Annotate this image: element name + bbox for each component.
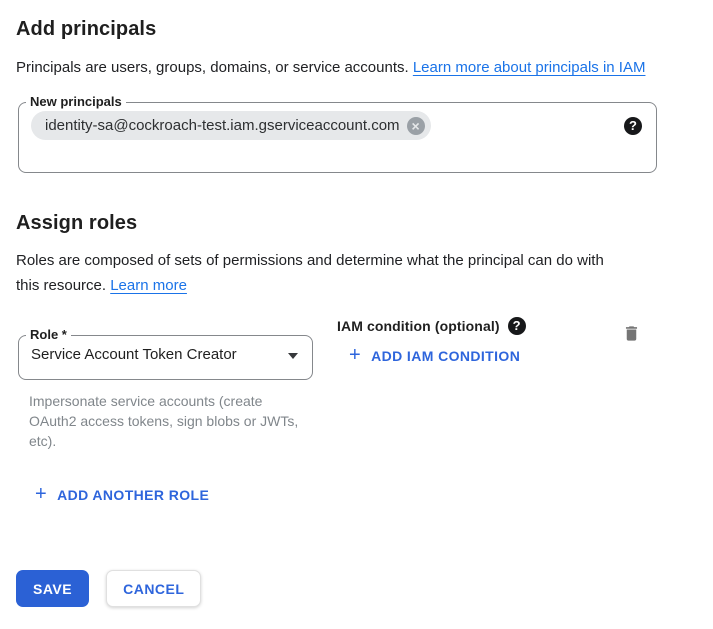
learn-more-roles-link[interactable]: Learn more: [110, 277, 187, 294]
learn-more-principals-link[interactable]: Learn more about principals in IAM: [413, 59, 646, 76]
remove-chip-icon[interactable]: ×: [407, 117, 425, 135]
add-iam-condition-label: ADD IAM CONDITION: [371, 348, 520, 364]
principal-chip-value: identity-sa@cockroach-test.iam.gservicea…: [45, 117, 400, 134]
add-another-role-button[interactable]: + ADD ANOTHER ROLE: [35, 487, 209, 503]
role-row: Role * Service Account Token Creator Imp…: [16, 313, 697, 451]
page-title: Add principals: [16, 16, 697, 42]
cancel-button[interactable]: CANCEL: [106, 570, 201, 607]
role-label: Role *: [26, 328, 71, 342]
delete-role-button[interactable]: [620, 321, 643, 346]
new-principals-label: New principals: [26, 95, 126, 109]
iam-condition-section: IAM condition (optional) ? + ADD IAM CON…: [337, 313, 526, 366]
intro-text: Principals are users, groups, domains, o…: [16, 55, 671, 80]
principal-chip[interactable]: identity-sa@cockroach-test.iam.gservicea…: [31, 111, 431, 140]
plus-icon: +: [349, 346, 361, 364]
assign-roles-description: Roles are composed of sets of permission…: [16, 248, 616, 298]
plus-icon: +: [35, 485, 47, 503]
role-select[interactable]: Role * Service Account Token Creator: [18, 328, 313, 380]
add-iam-condition-button[interactable]: + ADD IAM CONDITION: [349, 348, 520, 364]
assign-roles-title: Assign roles: [16, 210, 697, 236]
iam-condition-label: IAM condition (optional): [337, 318, 500, 334]
dropdown-arrow-icon: [288, 353, 298, 359]
save-button[interactable]: SAVE: [16, 570, 89, 607]
role-helper-text: Impersonate service accounts (create OAu…: [16, 391, 306, 451]
new-principals-field[interactable]: New principals identity-sa@cockroach-tes…: [18, 95, 657, 173]
principals-help-icon[interactable]: ?: [624, 117, 642, 135]
assign-roles-description-static: Roles are composed of sets of permission…: [16, 252, 604, 294]
role-selected-value: Service Account Token Creator: [31, 346, 237, 363]
dialog-actions: SAVE CANCEL: [16, 570, 201, 607]
intro-text-static: Principals are users, groups, domains, o…: [16, 59, 413, 76]
iam-condition-help-icon[interactable]: ?: [508, 317, 526, 335]
add-another-role-label: ADD ANOTHER ROLE: [57, 487, 209, 503]
delete-icon: [622, 323, 641, 344]
